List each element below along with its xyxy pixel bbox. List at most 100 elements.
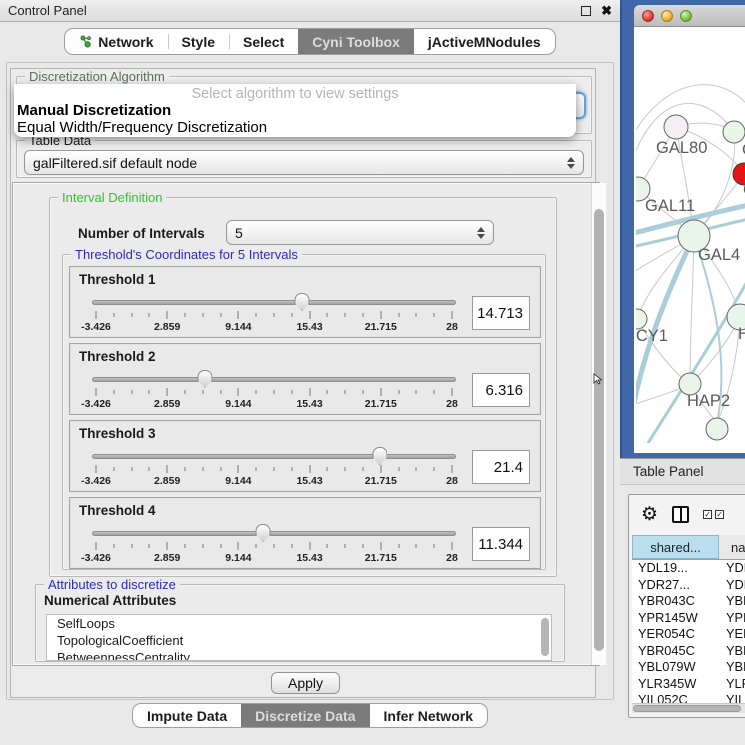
number-of-intervals-spinner[interactable]: 5 <box>226 220 494 245</box>
threshold-4-slider[interactable]: -3.4262.8599.14415.4321.71528 <box>92 522 456 566</box>
slider-tick-label: -3.426 <box>81 475 111 487</box>
network-window-frame[interactable]: GAL80 GA C GAL11 GAL4 GCY1 H HAP2 <box>620 0 745 458</box>
node-top-right[interactable] <box>723 121 745 143</box>
table-row[interactable]: YDL19...YDL1 <box>632 560 745 577</box>
table-cell[interactable]: YDL19... <box>632 560 719 577</box>
table-cell[interactable]: YBR0 <box>719 593 745 610</box>
algorithm-settings-panel: Interval Definition Number of Intervals … <box>12 182 600 666</box>
node-bottom[interactable] <box>706 418 728 440</box>
dropdown-option-equal-width-frequency[interactable]: Equal Width/Frequency Discretization <box>14 119 576 136</box>
slider-tick <box>220 467 221 471</box>
table-row[interactable]: YPR145WYPR1 <box>632 610 745 627</box>
checkbox-icon[interactable]: ✓ <box>703 510 712 519</box>
node-gal80[interactable] <box>664 115 688 139</box>
table-cell[interactable]: YBR045C <box>632 643 719 660</box>
slider-tick <box>131 390 132 394</box>
network-window-titlebar[interactable] <box>634 5 745 27</box>
threshold-3-value-field[interactable]: 21.4 <box>472 450 530 484</box>
table-cell[interactable]: YER054C <box>632 626 719 643</box>
node-label-gal4: GAL4 <box>698 246 740 264</box>
table-cell[interactable]: YPR1 <box>719 610 745 627</box>
tab-infer-network[interactable]: Infer Network <box>370 704 487 727</box>
threshold-4-value-field[interactable]: 11.344 <box>472 527 530 561</box>
network-canvas[interactable]: GAL80 GA C GAL11 GAL4 GCY1 H HAP2 <box>636 27 745 443</box>
table-cell[interactable]: YER0 <box>719 626 745 643</box>
table-row[interactable]: YER054CYER0 <box>632 626 745 643</box>
tab-select[interactable]: Select <box>229 29 298 54</box>
slider-tick <box>96 311 97 319</box>
threshold-1-value-field[interactable]: 14.713 <box>472 296 530 330</box>
interval-definition-group: Interval Definition Number of Intervals … <box>49 197 557 577</box>
table-panel-header[interactable]: Table Panel <box>620 458 745 485</box>
apply-button[interactable]: Apply <box>271 672 340 694</box>
tab-network[interactable]: Network <box>65 29 167 54</box>
slider-handle[interactable] <box>295 293 310 311</box>
scrollbar-thumb[interactable] <box>594 209 604 651</box>
table-cell[interactable]: YDR2 <box>719 577 745 594</box>
table-cell[interactable]: YDL1 <box>719 560 745 577</box>
numerical-attributes-list[interactable]: SelfLoops TopologicalCoefficient Between… <box>46 614 552 661</box>
gear-icon[interactable]: ⚙ <box>641 505 658 524</box>
tab-jactivemnodules[interactable]: jActiveMNodules <box>414 29 555 54</box>
slider-tick <box>416 390 417 394</box>
list-item[interactable]: SelfLoops <box>47 615 551 632</box>
node-label-h: H <box>738 325 745 343</box>
close-traffic-icon[interactable] <box>642 10 654 22</box>
slider-tick-label: 28 <box>446 552 458 564</box>
slider-tick <box>274 544 275 548</box>
threshold-1-slider[interactable]: -3.4262.8599.14415.4321.71528 <box>92 291 456 335</box>
zoom-traffic-icon[interactable] <box>680 10 692 22</box>
tab-impute-data[interactable]: Impute Data <box>133 704 241 727</box>
tab-cyni-toolbox[interactable]: Cyni Toolbox <box>298 29 414 54</box>
table-data-combobox[interactable]: galFiltered.sif default node <box>24 150 584 175</box>
slider-handle[interactable] <box>197 370 212 388</box>
minimize-traffic-icon[interactable] <box>661 10 673 22</box>
slider-tick <box>398 313 399 317</box>
split-columns-icon[interactable] <box>672 506 689 523</box>
dropdown-prompt-item[interactable]: Select algorithm to view settings <box>14 84 576 102</box>
table-cell[interactable]: YLR3 <box>719 676 745 693</box>
threshold-3-slider[interactable]: -3.4262.8599.14415.4321.71528 <box>92 445 456 489</box>
table-cell[interactable]: YLR345W <box>632 676 719 693</box>
list-scrollbar[interactable] <box>541 618 549 656</box>
list-item[interactable]: BetweennessCentrality <box>47 649 551 661</box>
tab-discretize-data[interactable]: Discretize Data <box>241 704 369 727</box>
table-cell[interactable]: YPR145W <box>632 610 719 627</box>
close-icon[interactable]: ✖ <box>601 6 612 16</box>
table-row[interactable]: YDR27...YDR2 <box>632 577 745 594</box>
slider-tick <box>220 313 221 317</box>
scrollbar-thumb[interactable] <box>633 705 741 712</box>
slider-tick-label: 21.715 <box>365 475 397 487</box>
checkbox-icon[interactable]: ✓ <box>715 510 724 519</box>
threshold-2-slider[interactable]: -3.4262.8599.14415.4321.71528 <box>92 368 456 412</box>
table-row[interactable]: YBL079WYBL0 <box>632 659 745 676</box>
slider-tick <box>363 313 364 317</box>
column-header-name[interactable]: na <box>719 535 745 559</box>
slider-tick <box>398 544 399 548</box>
slider-handle[interactable] <box>256 524 271 542</box>
node-gcy1[interactable] <box>636 309 647 329</box>
slider-tick-label: 9.144 <box>225 475 251 487</box>
slider-tick-label: 21.715 <box>365 398 397 410</box>
list-item[interactable]: TopologicalCoefficient <box>47 632 551 649</box>
table-cell[interactable]: YBR043C <box>632 593 719 610</box>
slider-handle[interactable] <box>372 447 387 465</box>
table-cell[interactable]: YBL079W <box>632 659 719 676</box>
dropdown-option-manual-discretization[interactable]: Manual Discretization <box>14 102 576 119</box>
table-row[interactable]: YBR045CYBR0 <box>632 643 745 660</box>
settings-vertical-scrollbar[interactable] <box>591 183 606 665</box>
table-cell[interactable]: YDR27... <box>632 577 719 594</box>
table-row[interactable]: YLR345WYLR3 <box>632 676 745 693</box>
table-cell[interactable]: YBL0 <box>719 659 745 676</box>
table-horizontal-scrollbar[interactable] <box>632 703 745 713</box>
slider-tick <box>291 313 292 317</box>
table-row[interactable]: YBR043CYBR0 <box>632 593 745 610</box>
column-header-shared-name[interactable]: shared... <box>632 535 719 559</box>
slider-tick <box>345 467 346 471</box>
table-cell[interactable]: YBR0 <box>719 643 745 660</box>
float-window-icon[interactable] <box>581 6 591 16</box>
tab-style[interactable]: Style <box>168 29 229 54</box>
slider-tick <box>167 542 168 550</box>
threshold-2-value-field[interactable]: 6.316 <box>472 373 530 407</box>
node-label-hap2: HAP2 <box>687 392 730 410</box>
